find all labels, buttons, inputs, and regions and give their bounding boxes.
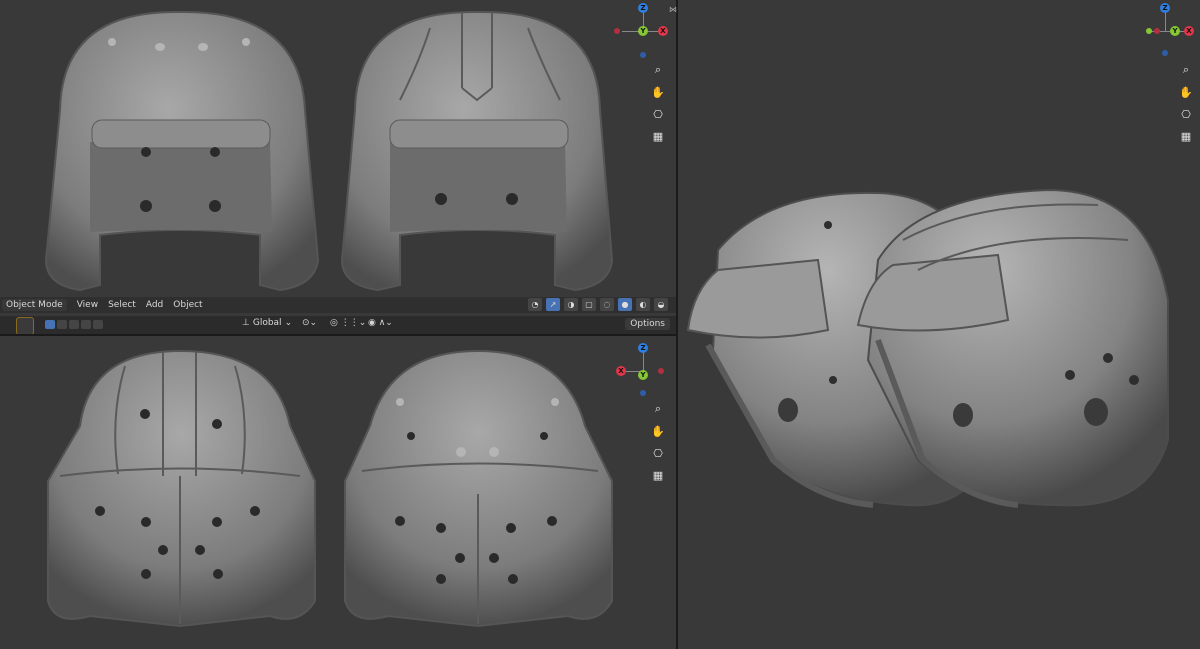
pan-hand-icon[interactable]: ✋ — [1178, 84, 1194, 100]
x-axis-handle[interactable]: X — [1184, 26, 1194, 36]
visibility-icon[interactable]: ◔ — [528, 298, 542, 311]
options-dropdown[interactable]: Options — [625, 318, 670, 330]
zoom-icon[interactable]: ⌕ — [1178, 62, 1194, 78]
proportional-controls[interactable]: ◉ ∧⌄ — [368, 318, 393, 328]
menu-add[interactable]: Add — [146, 300, 163, 310]
select-invert-icon[interactable] — [81, 320, 91, 329]
material-shading-icon[interactable]: ◐ — [636, 298, 650, 311]
select-extend-icon[interactable] — [57, 320, 67, 329]
select-tool-icon[interactable] — [16, 317, 34, 334]
select-subtract-icon[interactable] — [69, 320, 79, 329]
x-axis-handle[interactable]: X — [658, 26, 668, 36]
orientation-label: Global — [252, 318, 282, 328]
helmet-top-back-views — [47, 349, 613, 628]
y-axis-handle[interactable] — [1146, 28, 1152, 34]
grid-icon[interactable]: ▦ — [650, 128, 666, 144]
snap-controls[interactable]: ◎ ⋮⋮⌄ — [330, 318, 366, 328]
pan-hand-icon[interactable]: ✋ — [650, 84, 666, 100]
nav-controls: ⌕ ✋ ⎔ ▦ — [650, 62, 666, 144]
chevron-down-icon: ⌄ — [284, 318, 293, 328]
grid-icon[interactable]: ▦ — [1178, 128, 1194, 144]
zoom-icon[interactable]: ⌕ — [650, 62, 666, 78]
x-axis-handle[interactable]: X — [616, 366, 626, 376]
y-axis-label[interactable]: Y — [1170, 26, 1180, 36]
helmet-perspective-views — [686, 188, 1169, 508]
nav-controls-right: ⌕ ✋ ⎔ ▦ — [1178, 62, 1194, 144]
z-axis-handle[interactable]: Z — [1160, 3, 1170, 13]
gizmo-toggle-icon[interactable]: ↗ — [546, 298, 560, 311]
viewport-top-left[interactable]: Z Y X ⌕ ✋ ⎔ ▦ Object Mode View Select Ad… — [0, 0, 676, 334]
axis-gizmo[interactable]: Z Y X — [608, 0, 668, 60]
pivot-icon: ⊙⌄ — [302, 318, 318, 328]
pan-hand-icon[interactable]: ✋ — [650, 423, 666, 439]
neg-z-handle[interactable] — [640, 390, 646, 396]
orientation-icon: ⊥ — [242, 318, 250, 328]
z-axis-handle[interactable]: Z — [638, 343, 648, 353]
viewport-bottom-left[interactable]: Z X Y ⌕ ✋ ⎔ ▦ — [0, 336, 676, 649]
neg-x-handle[interactable] — [1154, 28, 1160, 34]
camera-icon[interactable]: ⎔ — [650, 106, 666, 122]
wireframe-shading-icon[interactable]: ◌ — [600, 298, 614, 311]
nav-controls-bottom: ⌕ ✋ ⎔ ▦ — [650, 401, 666, 483]
snap-icon: ◎ ⋮⋮⌄ — [330, 318, 367, 328]
axis-gizmo-bottom[interactable]: Z X Y — [608, 340, 668, 400]
viewport-header: Object Mode View Select Add Object ◔ ↗ ◑… — [0, 297, 676, 313]
zoom-icon[interactable]: ⌕ — [650, 401, 666, 417]
menu-object[interactable]: Object — [173, 300, 202, 310]
tool-header: ⊥ Global ⌄ ⊙⌄ ◎ ⋮⋮⌄ ◉ ∧⌄ Options — [0, 316, 676, 334]
z-axis-handle[interactable]: Z — [638, 3, 648, 13]
axis-gizmo-right[interactable]: Z Y X — [1144, 0, 1200, 60]
menu-select[interactable]: Select — [108, 300, 136, 310]
y-axis-handle[interactable]: Y — [638, 370, 648, 380]
neg-x-handle[interactable] — [658, 368, 664, 374]
select-new-icon[interactable] — [45, 320, 55, 329]
area-corner-icon[interactable]: ⋈ — [669, 5, 679, 15]
neg-x-handle[interactable] — [614, 28, 620, 34]
object-mode-dropdown[interactable]: Object Mode — [2, 299, 67, 311]
solid-shading-icon[interactable]: ● — [618, 298, 632, 311]
helmet-front-views — [44, 10, 614, 292]
selection-mode-group — [45, 320, 103, 329]
select-intersect-icon[interactable] — [93, 320, 103, 329]
overlay-icon[interactable]: ◑ — [564, 298, 578, 311]
y-axis-handle[interactable]: Y — [638, 26, 648, 36]
camera-icon[interactable]: ⎔ — [1178, 106, 1194, 122]
neg-z-handle[interactable] — [1162, 50, 1168, 56]
pivot-dropdown[interactable]: ⊙⌄ — [302, 318, 317, 328]
orientation-dropdown[interactable]: ⊥ Global ⌄ — [242, 318, 292, 328]
menu-view[interactable]: View — [77, 300, 98, 310]
proportional-edit-icon: ◉ ∧⌄ — [368, 318, 393, 328]
viewport-right[interactable]: Z Y X ⌕ ✋ ⎔ ▦ — [678, 0, 1200, 649]
rendered-shading-icon[interactable]: ◒ — [654, 298, 668, 311]
neg-z-handle[interactable] — [640, 52, 646, 58]
camera-icon[interactable]: ⎔ — [650, 445, 666, 461]
xray-icon[interactable]: ▢ — [582, 298, 596, 311]
grid-icon[interactable]: ▦ — [650, 467, 666, 483]
